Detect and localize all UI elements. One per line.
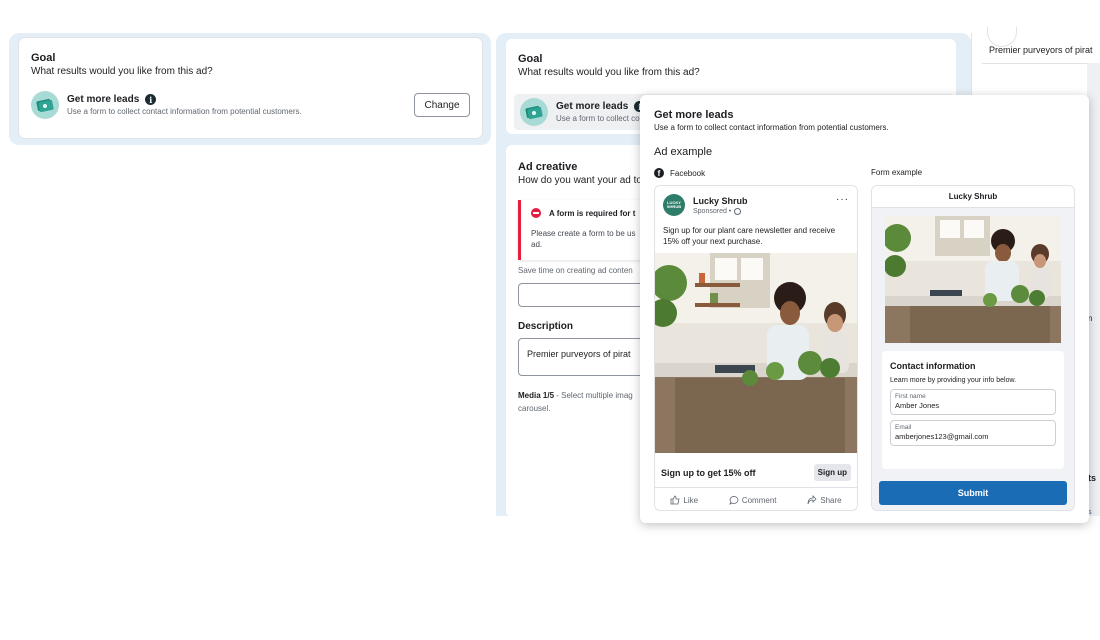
goal-title: Goal	[31, 52, 56, 64]
ad-actions: Like Comment Share	[655, 488, 857, 510]
submit-button[interactable]: Submit	[879, 481, 1067, 505]
preview-fragment-2: ts	[1088, 473, 1097, 483]
leads-icon	[31, 91, 59, 119]
media-text-2: carousel.	[518, 403, 551, 413]
like-action[interactable]: Like	[670, 495, 698, 505]
goal-option-label: Get more leads	[67, 94, 140, 105]
sign-up-button[interactable]: Sign up	[813, 464, 851, 482]
alert-body: Please create a form to be us ad.	[531, 229, 636, 250]
cta-headline: Sign up to get 15% off	[661, 467, 756, 478]
email-label: Email	[895, 424, 912, 431]
like-label: Like	[683, 495, 699, 505]
like-icon	[670, 495, 680, 505]
facebook-label: f Facebook	[654, 168, 705, 178]
goal-card: Goal What results would you like from th…	[19, 38, 482, 138]
media-text: - Select multiple imag	[556, 391, 633, 400]
ad-photo	[655, 253, 857, 454]
popup-title: Get more leads	[654, 109, 734, 121]
ad-cta-bar: Sign up to get 15% off Sign up	[655, 458, 857, 489]
ad-primary-text: Sign up for our plant care newsletter an…	[663, 226, 836, 247]
editor-goal-option-label: Get more leads	[556, 101, 629, 112]
ad-example-popup: Get more leads Use a form to collect con…	[640, 95, 1089, 523]
editor-goal-subtitle: What results would you like from this ad…	[518, 67, 700, 78]
goal-panel-left: Goal What results would you like from th…	[9, 33, 491, 145]
brand-logo: LUCKY SHRUB	[663, 194, 685, 216]
contact-title: Contact information	[890, 361, 976, 371]
change-button[interactable]: Change	[414, 93, 470, 117]
email-field[interactable]: Email amberjones123@gmail.com	[890, 420, 1056, 446]
first-name-value: Amber Jones	[895, 401, 940, 410]
share-label: Share	[820, 495, 842, 505]
goal-subtitle: What results would you like from this ad…	[31, 66, 213, 77]
info-icon[interactable]: i	[145, 94, 157, 105]
ad-example-heading: Ad example	[654, 146, 713, 158]
form-brand-name: Lucky Shrub	[872, 186, 1074, 208]
preview-description: Premier purveyors of pirat	[989, 45, 1093, 55]
popup-subtitle: Use a form to collect contact informatio…	[654, 123, 889, 132]
email-value: amberjones123@gmail.com	[895, 432, 989, 441]
facebook-icon: f	[654, 168, 664, 178]
form-photo	[885, 216, 1061, 343]
goal-option-desc: Use a form to collect contact informatio…	[67, 107, 302, 116]
comment-icon	[728, 496, 739, 506]
more-options-icon[interactable]: ···	[836, 194, 849, 205]
globe-icon	[734, 207, 742, 215]
media-count: Media 1/5	[518, 391, 555, 400]
goal-option: Get more leads i Use a form to collect co…	[31, 91, 470, 119]
contact-subtitle: Learn more by providing your info below.	[890, 377, 1017, 384]
editor-goal-title: Goal	[518, 53, 543, 65]
facebook-label-text: Facebook	[670, 168, 706, 178]
error-icon	[531, 208, 541, 218]
form-example-label: Form example	[871, 168, 923, 177]
share-icon	[807, 495, 817, 505]
contact-info-section: Contact information Learn more by provid…	[882, 351, 1064, 469]
share-action[interactable]: Share	[807, 495, 842, 505]
avatar	[987, 27, 1017, 47]
divider	[982, 63, 1100, 64]
lead-form-preview: Lucky Shrub Contact information Learn mo…	[871, 185, 1075, 511]
first-name-field[interactable]: First name Amber Jones	[890, 389, 1056, 415]
leads-icon	[520, 98, 548, 126]
alert-title: A form is required for t	[549, 208, 636, 218]
first-name-label: First name	[895, 393, 926, 400]
comment-action[interactable]: Comment	[728, 495, 777, 506]
facebook-ad-preview: LUCKY SHRUB Lucky Shrub Sponsored • ··· …	[654, 185, 858, 511]
sponsored-label: Sponsored •	[693, 207, 732, 215]
comment-label: Comment	[741, 495, 777, 505]
brand-name[interactable]: Lucky Shrub	[693, 196, 748, 206]
